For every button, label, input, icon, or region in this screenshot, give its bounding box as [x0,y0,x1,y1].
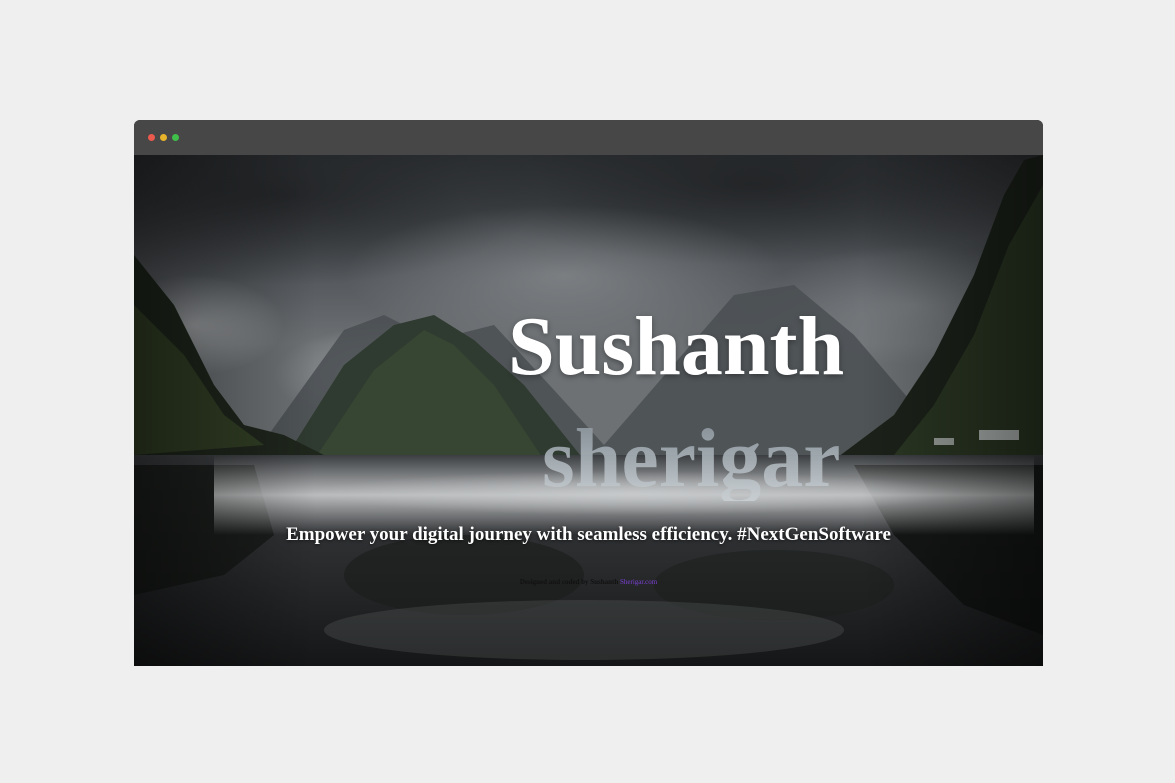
hero-name-first: Sushanth [508,300,845,393]
maximize-window-icon[interactable] [172,134,179,141]
credit-text: Designed and coded by Sushanth [519,578,619,586]
close-window-icon[interactable] [148,134,155,141]
minimize-window-icon[interactable] [160,134,167,141]
page-viewport: Sushanth sherigar Empower your digital j… [134,155,1043,666]
credit-link[interactable]: Sherigar.com [620,578,657,586]
browser-window: Sushanth sherigar Empower your digital j… [134,120,1043,666]
window-titlebar [134,120,1043,155]
hero-name-last: sherigar [542,412,841,505]
lake-mountain-background [134,155,1043,666]
hero-tagline: Empower your digital journey with seamle… [286,524,891,545]
footer-credit: Designed and coded by Sushanth Sherigar.… [134,578,1043,586]
